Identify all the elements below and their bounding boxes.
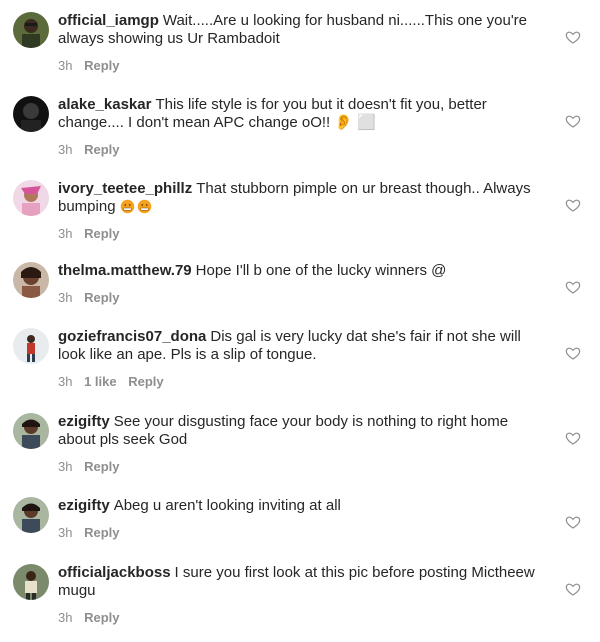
comment-time: 3h (58, 374, 73, 389)
comment-meta: 3h Reply (58, 459, 548, 474)
comment-username[interactable]: officialjackboss (58, 564, 171, 581)
comment-username[interactable]: goziefrancis07_dona (58, 328, 206, 345)
avatar[interactable] (13, 328, 49, 364)
comment-username[interactable]: ezigifty (58, 413, 110, 430)
comment-text: Hope I'll b one of the lucky winners @ (195, 262, 447, 279)
comment-time: 3h (58, 142, 73, 157)
comment-time: 3h (58, 610, 73, 625)
comment-text-line: alake_kaskar This life style is for you b… (58, 96, 548, 132)
avatar-photo-icon (13, 262, 49, 298)
comment-body: officialjackboss I sure you first look at… (58, 564, 548, 625)
comment-text-line: ezigifty See your disgusting face your bo… (58, 413, 548, 449)
comment-text-line: ezigifty Abeg u aren't looking inviting a… (58, 497, 548, 515)
comment-username[interactable]: alake_kaskar (58, 96, 151, 113)
avatar[interactable] (13, 180, 49, 216)
like-heart-icon[interactable] (565, 197, 581, 213)
avatar[interactable] (13, 96, 49, 132)
avatar-photo-icon (13, 564, 49, 600)
like-heart-icon[interactable] (565, 581, 581, 597)
reply-button[interactable]: Reply (84, 610, 119, 625)
comment-body: alake_kaskar This life style is for you b… (58, 96, 548, 157)
avatar-photo-icon (13, 413, 49, 449)
avatar-photo-icon (13, 96, 49, 132)
comment-text: See your disgusting face your body is no… (58, 413, 509, 448)
grimace-face-emoji (120, 199, 134, 214)
comment-body: thelma.matthew.79 Hope I'll b one of the … (58, 262, 548, 305)
like-heart-icon[interactable] (565, 345, 581, 361)
comment-text-line: officialjackboss I sure you first look at… (58, 564, 548, 600)
like-count[interactable]: 1 like (84, 374, 117, 389)
avatar-photo-icon (13, 497, 49, 533)
reply-button[interactable]: Reply (84, 142, 119, 157)
comment-text-line: official_iamgp Wait.....Are u looking for… (58, 12, 548, 48)
grimace-face-emoji (137, 199, 151, 214)
comment-text-line: ivory_teetee_phillz That stubborn pimple … (58, 180, 548, 216)
avatar[interactable] (13, 12, 49, 48)
comment-body: ezigifty Abeg u aren't looking inviting a… (58, 497, 548, 540)
comment-time: 3h (58, 58, 73, 73)
avatar[interactable] (13, 497, 49, 533)
avatar-photo-icon (13, 328, 49, 364)
like-heart-icon[interactable] (565, 430, 581, 446)
comment-meta: 3h Reply (58, 142, 548, 157)
comment-meta: 3h Reply (58, 58, 548, 73)
comment-meta: 3h 1 like Reply (58, 374, 548, 389)
comment-emoji-suffix: 👂 ⬜ (334, 114, 376, 131)
comment-meta: 3h Reply (58, 290, 548, 305)
comment-time: 3h (58, 525, 73, 540)
comment-text: Abeg u aren't looking inviting at all (113, 497, 341, 514)
comment-username[interactable]: thelma.matthew.79 (58, 262, 192, 279)
comment-body: ivory_teetee_phillz That stubborn pimple … (58, 180, 548, 241)
comment-text-line: goziefrancis07_dona Dis gal is very lucky… (58, 328, 548, 364)
like-heart-icon[interactable] (565, 29, 581, 45)
avatar[interactable] (13, 262, 49, 298)
comments-list: official_iamgp Wait.....Are u looking for… (0, 0, 600, 642)
comment-body: ezigifty See your disgusting face your bo… (58, 413, 548, 474)
comment-meta: 3h Reply (58, 610, 548, 625)
comment-text-line: thelma.matthew.79 Hope I'll b one of the … (58, 262, 548, 280)
reply-button[interactable]: Reply (84, 226, 119, 241)
comment-username[interactable]: ivory_teetee_phillz (58, 180, 192, 197)
reply-button[interactable]: Reply (84, 290, 119, 305)
comment-body: goziefrancis07_dona Dis gal is very lucky… (58, 328, 548, 389)
comment-body: official_iamgp Wait.....Are u looking for… (58, 12, 548, 73)
like-heart-icon[interactable] (565, 514, 581, 530)
comment-meta: 3h Reply (58, 226, 548, 241)
avatar[interactable] (13, 413, 49, 449)
comment-username[interactable]: ezigifty (58, 497, 110, 514)
comment-time: 3h (58, 459, 73, 474)
comment-meta: 3h Reply (58, 525, 548, 540)
like-heart-icon[interactable] (565, 113, 581, 129)
reply-button[interactable]: Reply (84, 525, 119, 540)
avatar-photo-icon (13, 180, 49, 216)
reply-button[interactable]: Reply (128, 374, 163, 389)
reply-button[interactable]: Reply (84, 459, 119, 474)
reply-button[interactable]: Reply (84, 58, 119, 73)
avatar-photo-icon (13, 12, 49, 48)
comment-time: 3h (58, 226, 73, 241)
comment-time: 3h (58, 290, 73, 305)
like-heart-icon[interactable] (565, 279, 581, 295)
avatar[interactable] (13, 564, 49, 600)
comment-username[interactable]: official_iamgp (58, 12, 159, 29)
